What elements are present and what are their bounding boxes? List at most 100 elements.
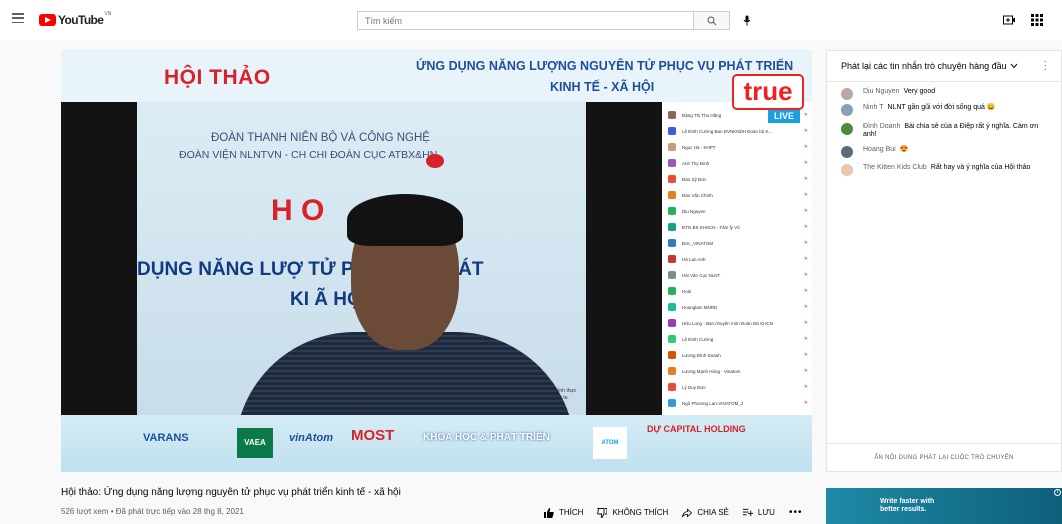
save-button[interactable]: LƯU	[742, 508, 775, 518]
youth-union-emblem	[426, 154, 444, 168]
participant-row: Lê Đình Cường ✕	[668, 332, 808, 346]
chat-author: Hoang Bui	[863, 146, 896, 153]
grinning-emoji: 😀	[986, 104, 996, 111]
participant-row: Đào Văn Chính ✕	[668, 188, 808, 202]
avatar	[841, 104, 853, 116]
more-actions-icon[interactable]: •••	[789, 507, 803, 518]
participant-name: Hoài	[682, 288, 692, 294]
sponsor-most: MOST	[351, 427, 395, 444]
participant-row: Anh Thy Đinh ✕	[668, 156, 808, 170]
video-player[interactable]: HỘI THẢO ỨNG DỤNG NĂNG LƯỢNG NGUYÊN TỬ P…	[61, 50, 812, 472]
participant-row: Lương Mạnh Hùng - Vinatom ✕	[668, 364, 808, 378]
participant-row: Ngọc Hà - KHPT ✕	[668, 140, 808, 154]
participant-avatar	[668, 143, 676, 151]
chat-message: Ninh T NLNT gần gũi với đời sống quá 😀	[841, 104, 1041, 116]
muted-mic-icon: ✕	[803, 256, 808, 262]
participant-name: Ngọc Hà - KHPT	[682, 144, 716, 150]
share-label: CHIA SẺ	[697, 508, 729, 517]
participant-avatar	[668, 303, 676, 311]
live-chat-replay: Phát lại các tin nhắn trò chuyện hàng đầ…	[826, 50, 1062, 472]
muted-mic-icon: ✕	[803, 144, 808, 150]
chat-message: Dịu Nguyen Very good	[841, 88, 1041, 100]
dislike-button[interactable]: KHÔNG THÍCH	[597, 507, 668, 518]
true-live-logo: true LIVE	[732, 74, 804, 128]
muted-mic-icon: ✕	[803, 240, 808, 246]
chat-message: Đình Doanh Bài chia sẻ của a Điệp rất ý n…	[841, 123, 1041, 139]
participant-row: Hữu Long - Ban chuyên môn Đoàn BS KHCN ✕	[668, 316, 808, 330]
muted-mic-icon: ✕	[803, 336, 808, 342]
chevron-down-icon	[1010, 63, 1018, 69]
participant-row: Ngô Phương Lan-VINATOM_2 ✕	[668, 396, 808, 410]
chat-more-options-icon[interactable]: · · ·	[1044, 57, 1047, 75]
participant-avatar	[668, 287, 676, 295]
muted-mic-icon: ✕	[803, 304, 808, 310]
muted-mic-icon: ✕	[803, 176, 808, 182]
video-letterbox-middle	[586, 102, 662, 415]
chat-mode-label: Phát lại các tin nhắn trò chuyện hàng đầ…	[841, 61, 1007, 71]
participant-name: Lê Đình Cường Ban ĐVNKNDH Đoàn bộ K...	[682, 128, 773, 134]
participant-avatar	[668, 383, 676, 391]
share-button[interactable]: CHIA SẺ	[682, 507, 729, 518]
chat-mode-dropdown[interactable]: Phát lại các tin nhắn trò chuyện hàng đầ…	[841, 61, 1018, 71]
sponsor-varans: VARANS	[143, 432, 189, 444]
menu-icon[interactable]	[12, 13, 24, 23]
ad-info-icon[interactable]: i	[1054, 489, 1061, 496]
sponsor-banner: VARANS VAEA vinAtom MOST KHOA HỌC & PHÁT…	[61, 415, 812, 472]
participant-avatar	[668, 191, 676, 199]
muted-mic-icon: ✕	[803, 384, 808, 390]
participant-avatar	[668, 351, 676, 359]
participant-row: Hà Lan Anh ✕	[668, 252, 808, 266]
add-to-playlist-icon	[742, 508, 753, 517]
participant-avatar	[668, 111, 676, 119]
participant-name: ĐTN BS KHSCN - Tâm lý Vũ	[682, 224, 740, 230]
video-banner-top: HỘI THẢO ỨNG DỤNG NĂNG LƯỢNG NGUYÊN TỬ P…	[61, 50, 812, 102]
search-button[interactable]	[693, 12, 729, 29]
banner-right-subtitle: KINH TẾ - XÃ HỘI	[550, 80, 655, 94]
muted-mic-icon: ✕	[803, 160, 808, 166]
participant-row: Hoanglam MNRD ✕	[668, 300, 808, 314]
participant-avatar	[668, 271, 676, 279]
chat-text: NLNT gần gũi với đời sống quá	[887, 104, 985, 111]
participant-row: Hải Vân Cục NLNT ✕	[668, 268, 808, 282]
participant-avatar	[668, 159, 676, 167]
avatar	[841, 164, 853, 176]
participant-name: Đào Sỹ Đức	[682, 176, 707, 182]
voice-search-button[interactable]	[740, 13, 754, 27]
avatar	[841, 88, 853, 100]
youtube-logo[interactable]: YouTube VN	[39, 11, 111, 27]
search-input[interactable]	[358, 12, 693, 29]
participant-row: ĐTN BS KHSCN - Tâm lý Vũ ✕	[668, 220, 808, 234]
participant-name: Lương Mạnh Hùng - Vinatom	[682, 368, 741, 374]
speaker-backdrop: ĐOÀN THANH NIÊN BỘ VÀ CÔNG NGHỆ ĐOÀN VIỆ…	[137, 102, 586, 415]
thumbs-down-icon	[597, 507, 608, 518]
heart-eyes-emoji: 😍	[899, 146, 909, 153]
muted-mic-icon: ✕	[803, 288, 808, 294]
muted-mic-icon: ✕	[803, 352, 808, 358]
chat-text: Very good	[903, 88, 936, 95]
sponsor-vaea: VAEA	[237, 428, 273, 458]
sidebar-ad[interactable]: Write faster with better results. i	[826, 488, 1062, 524]
save-label: LƯU	[757, 508, 775, 517]
hide-chat-replay-button[interactable]: ẨN NỘI DUNG PHÁT LẠI CUỘC TRÒ CHUYỆN	[827, 443, 1061, 471]
participant-name: Hải Vân Cục NLNT	[682, 272, 721, 278]
chat-message: Hoang Bui 😍	[841, 146, 1041, 158]
participant-avatar	[668, 335, 676, 343]
muted-mic-icon: ✕	[803, 128, 808, 134]
avatar	[841, 123, 853, 135]
participant-avatar	[668, 319, 676, 327]
participant-name: Đào Văn Chính	[682, 192, 713, 198]
sponsor-vinatom: vinAtom	[289, 432, 333, 444]
chat-author: Ninh T	[863, 104, 884, 111]
sponsor-atom: ATOM	[593, 427, 627, 459]
chat-message: The Kitten Kids Club Rất hay và ý nghĩa c…	[841, 164, 1041, 176]
participant-avatar	[668, 175, 676, 183]
create-video-icon[interactable]	[1003, 14, 1015, 26]
backdrop-line-2: ĐOÀN VIỆN NLNTVN - CH CHI ĐOÀN CỤC ATBX&…	[179, 149, 438, 161]
participant-name: Anh Thy Đinh	[682, 160, 710, 166]
apps-grid-icon[interactable]	[1031, 14, 1043, 26]
like-button[interactable]: THÍCH	[544, 507, 583, 518]
muted-mic-icon: ✕	[803, 192, 808, 198]
video-actions: THÍCH KHÔNG THÍCH CHIA SẺ LƯU •••	[544, 507, 802, 518]
participant-name: Lê Đình Cường	[682, 336, 714, 342]
backdrop-line-1: ĐOÀN THANH NIÊN BỘ VÀ CÔNG NGHỆ	[211, 132, 430, 144]
